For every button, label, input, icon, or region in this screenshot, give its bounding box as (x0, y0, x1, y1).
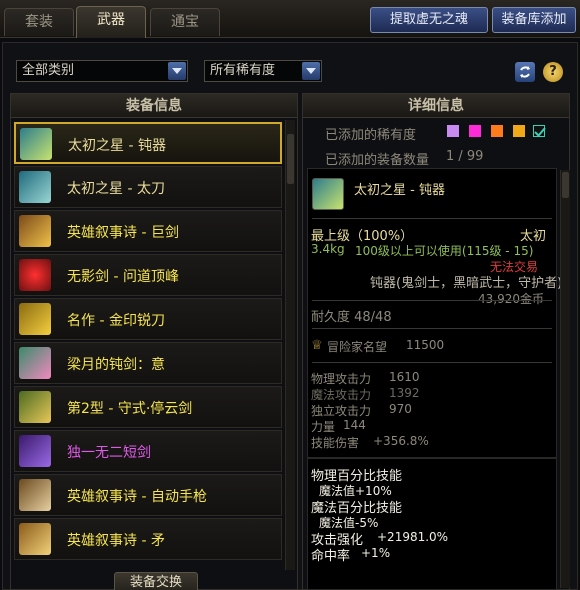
bonus-value: +21981.0% (377, 530, 449, 544)
rarity-swatch-legendary[interactable] (491, 125, 503, 137)
divider (312, 362, 552, 363)
equipment-list-header: 装备信息 (11, 94, 297, 118)
list-item[interactable]: 太初之星 - 太刀 (14, 166, 282, 208)
item-durability: 耐久度 48/48 (311, 310, 392, 325)
item-name: 英雄叙事诗 - 巨剑 (67, 225, 179, 241)
list-scroll-thumb[interactable] (287, 134, 294, 184)
rarity-swatch-mythic[interactable] (513, 125, 525, 137)
stat-name: 物理攻击力 (311, 372, 372, 386)
extract-void-soul-button[interactable]: 提取虚无之魂 (370, 7, 488, 33)
added-count-label: 已添加的装备数量 (325, 153, 430, 168)
list-item[interactable]: 英雄叙事诗 - 自动手枪 (14, 474, 282, 516)
item-name: 第2型 - 守式·停云剑 (67, 401, 193, 417)
weapon-icon (19, 391, 51, 423)
weapon-icon (19, 171, 51, 203)
list-item[interactable]: 英雄叙事诗 - 矛 (14, 518, 282, 560)
rarity-swatch-primeval[interactable] (533, 125, 546, 137)
weapon-icon (20, 128, 52, 160)
list-item[interactable]: 英雄叙事诗 - 巨剑 (14, 210, 282, 252)
detail-panel-header: 详细信息 (303, 94, 569, 118)
stat-value: 144 (343, 418, 366, 432)
bonus-value: +1% (361, 546, 391, 560)
rarity-select-value: 所有稀有度 (210, 63, 276, 78)
help-icon[interactable]: ? (543, 62, 563, 82)
stat-name: 魔法攻击力 (311, 388, 372, 402)
category-select[interactable]: 全部类别 (16, 60, 188, 82)
detail-scroll-thumb[interactable] (562, 172, 569, 198)
stat-name: 独立攻击力 (311, 404, 372, 418)
list-scrollbar[interactable] (285, 120, 295, 570)
divider (312, 300, 552, 301)
add-to-library-button[interactable]: 装备库添加 (492, 7, 576, 33)
divider (312, 218, 552, 219)
chevron-down-icon (168, 62, 186, 80)
item-weight: 3.4kg (311, 242, 345, 256)
weapon-icon (19, 435, 51, 467)
stat-name: 技能伤害 (311, 436, 360, 450)
check-icon (534, 127, 546, 137)
rarity-select[interactable]: 所有稀有度 (204, 60, 322, 82)
stat-value: 1610 (389, 370, 420, 384)
list-item[interactable]: 梁月的钝剑：意 (14, 342, 282, 384)
list-item[interactable]: 无影剑 - 问道顶峰 (14, 254, 282, 296)
item-level-requirement: 100级以上可以使用(115级 - 15) (355, 244, 534, 258)
weapon-icon (312, 178, 344, 210)
top-bar: 套装 武器 通宝 提取虚无之魂 装备库添加 (0, 0, 580, 38)
weapon-icon (19, 303, 51, 335)
item-name: 梁月的钝剑：意 (67, 357, 165, 373)
refresh-icon[interactable] (515, 62, 535, 82)
swap-equipment-button[interactable]: 装备交换 (114, 572, 198, 590)
chevron-down-icon (302, 62, 320, 80)
category-select-value: 全部类别 (22, 63, 75, 78)
list-item[interactable]: 第2型 - 守式·停云剑 (14, 386, 282, 428)
detail-scrollbar[interactable] (560, 170, 570, 588)
list-item[interactable]: 独一无二短剑 (14, 430, 282, 472)
item-title: 太初之星 - 钝器 (354, 183, 445, 198)
item-name: 太初之星 - 太刀 (67, 181, 165, 197)
item-name: 无影剑 - 问道顶峰 (67, 269, 179, 285)
added-rarity-label: 已添加的稀有度 (325, 128, 417, 143)
tab-weapon[interactable]: 武器 (76, 6, 146, 38)
item-name: 太初之星 - 钝器 (68, 138, 166, 154)
item-name: 英雄叙事诗 - 自动手枪 (67, 489, 207, 505)
item-type: 钝器(鬼剑士，黑暗武士，守护者) (370, 276, 563, 291)
item-price: 43,920金币 (478, 292, 544, 306)
reputation-value: 11500 (406, 338, 445, 352)
stat-value: +356.8% (373, 434, 429, 448)
stat-value: 970 (389, 402, 412, 416)
tab-token[interactable]: 通宝 (150, 8, 220, 36)
item-name: 英雄叙事诗 - 矛 (67, 533, 165, 549)
reputation-label: 冒险家名望 (327, 340, 388, 354)
weapon-icon (19, 347, 51, 379)
stat-value: 1392 (389, 386, 420, 400)
item-name: 独一无二短剑 (67, 445, 151, 461)
list-item[interactable]: 太初之星 - 钝器 (14, 122, 282, 164)
weapon-icon (19, 215, 51, 247)
bonus-line: 命中率 (311, 549, 351, 564)
item-name: 名作 - 金印锐刀 (67, 313, 165, 329)
stat-name: 力量 (311, 420, 336, 434)
weapon-icon (19, 523, 51, 555)
divider (312, 328, 552, 329)
weapon-icon (19, 259, 51, 291)
rarity-swatch-epic[interactable] (447, 125, 459, 137)
rarity-swatch-unique[interactable] (469, 125, 481, 137)
weapon-icon (19, 479, 51, 511)
list-item[interactable]: 名作 - 金印锐刀 (14, 298, 282, 340)
added-count-value: 1 / 99 (446, 149, 484, 164)
reputation-icon: ♕ (311, 338, 323, 353)
tab-set[interactable]: 套装 (4, 8, 74, 36)
